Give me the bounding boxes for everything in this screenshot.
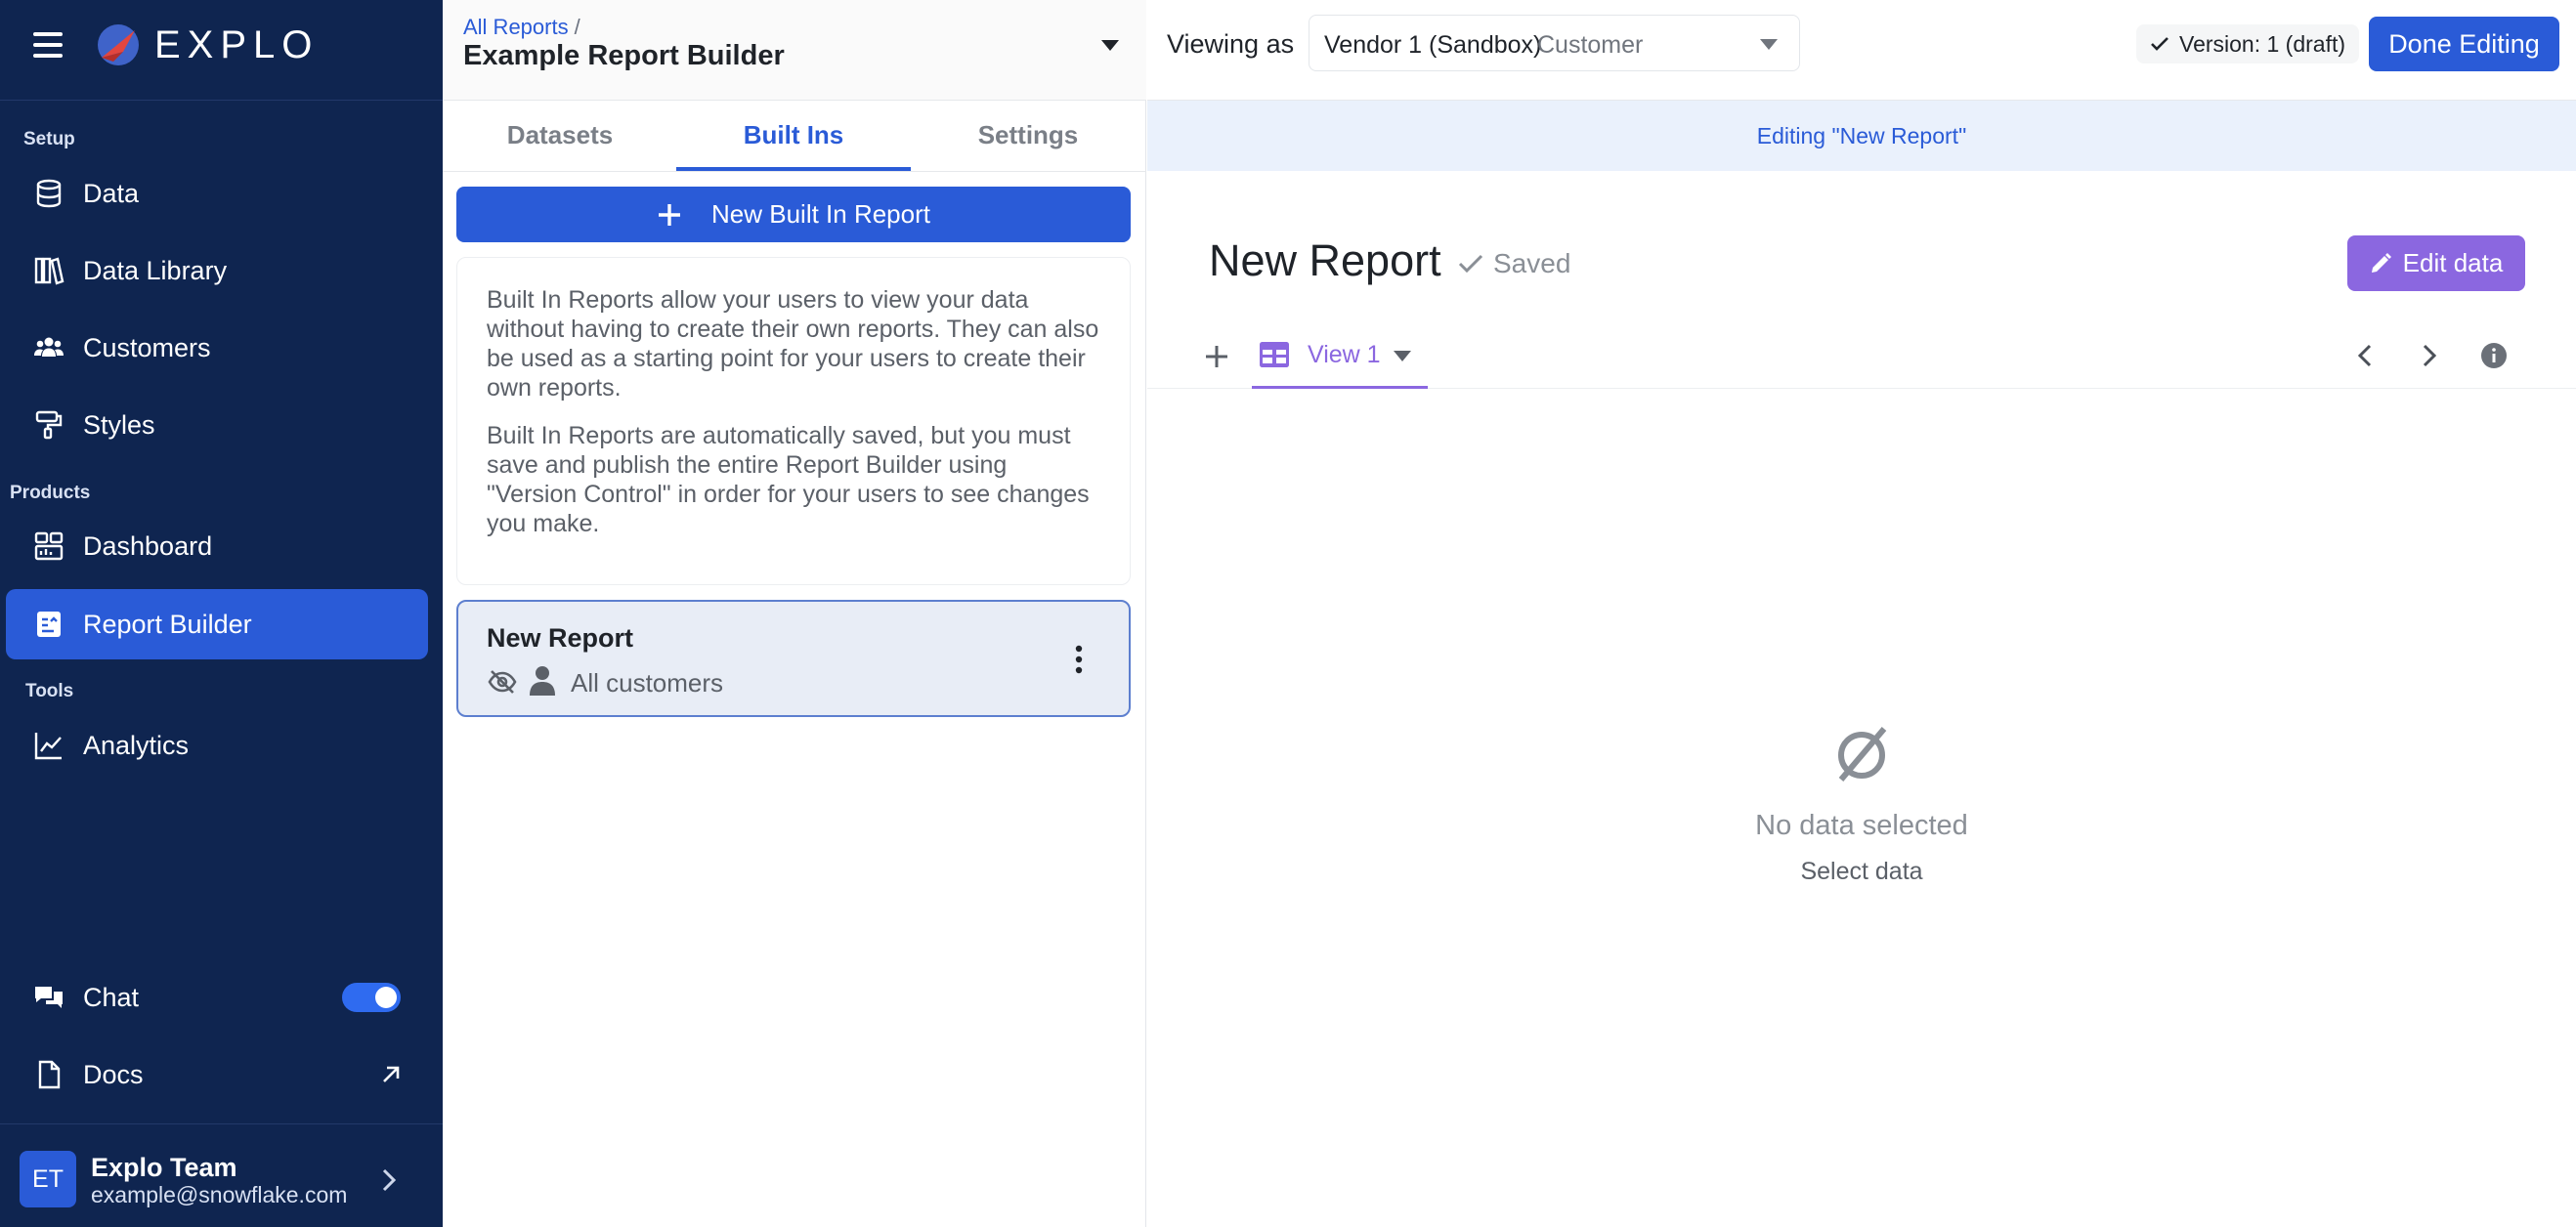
report-icon [37, 612, 61, 637]
chat-toggle[interactable] [342, 983, 401, 1012]
eye-off-icon [488, 670, 517, 694]
empty-set-icon [1838, 727, 1887, 782]
report-card-title: New Report [487, 623, 634, 653]
sidebar-header: EXPLO [0, 0, 443, 101]
view-tabs-bar: View 1 [1147, 322, 2576, 389]
sidebar-item-report-builder[interactable]: Report Builder [6, 589, 428, 659]
breadcrumb: All Reports / [463, 15, 580, 40]
new-button-label: New Built In Report [711, 199, 930, 229]
sidebar-item-customers[interactable]: Customers [6, 313, 428, 383]
explo-logo-icon [98, 24, 139, 65]
select-data-link[interactable]: Select data [1147, 858, 2576, 886]
sidebar-item-analytics[interactable]: Analytics [6, 710, 428, 781]
active-tab-indicator [676, 167, 911, 171]
customer-type: Customer [1537, 31, 1644, 59]
plus-icon [659, 203, 680, 226]
more-vertical-icon[interactable] [1074, 645, 1084, 674]
users-icon [34, 337, 64, 357]
sidebar-item-dashboard[interactable]: Dashboard [6, 511, 428, 581]
caret-down-icon[interactable] [1099, 37, 1121, 53]
check-icon [1458, 254, 1483, 274]
hamburger-menu-icon[interactable] [33, 32, 63, 58]
edit-data-button[interactable]: Edit data [2347, 235, 2525, 291]
version-label: Version: 1 (draft) [2179, 30, 2346, 57]
chevron-right-icon[interactable] [2420, 342, 2439, 369]
sidebar-item-label: Chat [83, 983, 140, 1012]
sidebar-item-label: Data [83, 179, 140, 208]
pencil-icon [2371, 252, 2391, 273]
new-built-in-report-button[interactable]: New Built In Report [456, 187, 1131, 242]
report-card-audience: All customers [571, 668, 724, 698]
view-tab-label: View 1 [1308, 341, 1381, 368]
empty-state-title: No data selected [1755, 810, 1968, 841]
sidebar-item-label: Styles [83, 410, 155, 440]
table-icon [1260, 342, 1289, 367]
customer-select[interactable]: Vendor 1 (Sandbox) Customer [1309, 15, 1800, 71]
sidebar-item-label: Analytics [83, 731, 190, 760]
section-products: Products [10, 483, 91, 503]
edit-data-label: Edit data [2402, 248, 2504, 277]
caret-down-icon [1760, 39, 1778, 50]
builder-header: All Reports / Example Report Builder [443, 0, 1146, 101]
paint-roller-icon [35, 410, 63, 440]
selected-customer: Vendor 1 (Sandbox) [1324, 31, 1542, 59]
sidebar-item-data[interactable]: Data [6, 158, 428, 229]
builder-tabs: Datasets Built Ins Settings [443, 101, 1146, 172]
caret-down-icon[interactable] [1393, 349, 1412, 362]
sidebar-item-styles[interactable]: Styles [6, 390, 428, 460]
report-title[interactable]: New Report [1209, 235, 1441, 286]
section-setup: Setup [23, 129, 75, 149]
library-icon [34, 257, 64, 285]
sidebar-item-label: Dashboard [83, 531, 213, 561]
report-builder-panel: All Reports / Example Report Builder Data… [443, 0, 1146, 1227]
avatar[interactable]: ET [20, 1151, 76, 1207]
user-name: Explo Team [91, 1153, 237, 1182]
saved-label: Saved [1493, 248, 1571, 278]
document-icon [38, 1060, 61, 1089]
chevron-left-icon[interactable] [2355, 342, 2375, 369]
sidebar: EXPLO Setup Data Data Library Customers [0, 0, 443, 1227]
toggle-knob [375, 987, 397, 1008]
tab-built-ins[interactable]: Built Ins [676, 101, 911, 172]
page-title: Example Report Builder [463, 40, 785, 71]
viewing-as-label: Viewing as [1167, 29, 1295, 59]
tab-datasets[interactable]: Datasets [443, 101, 677, 172]
info-icon[interactable] [2480, 342, 2508, 369]
sidebar-item-label: Docs [83, 1060, 144, 1089]
tab-settings[interactable]: Settings [911, 101, 1145, 172]
line-chart-icon [34, 733, 62, 760]
chat-icon [35, 987, 63, 1008]
sidebar-divider [0, 1123, 443, 1124]
breadcrumb-separator: / [574, 15, 580, 39]
external-link-icon [383, 1066, 400, 1082]
report-editor: Viewing as Vendor 1 (Sandbox) Customer V… [1147, 0, 2576, 1227]
person-icon [530, 666, 555, 696]
breadcrumb-all-reports[interactable]: All Reports [463, 15, 569, 39]
info-paragraph: Built In Reports allow your users to vie… [487, 286, 1099, 402]
top-bar: Viewing as Vendor 1 (Sandbox) Customer V… [1147, 0, 2576, 101]
sidebar-item-label: Report Builder [83, 610, 252, 639]
version-badge[interactable]: Version: 1 (draft) [2136, 24, 2360, 63]
sidebar-item-label: Data Library [83, 256, 228, 285]
saved-status: Saved [1458, 248, 1570, 279]
sidebar-item-label: Customers [83, 333, 211, 362]
check-icon [2151, 37, 2168, 51]
logo-text: EXPLO [154, 23, 320, 66]
tab-view-1[interactable]: View 1 [1252, 322, 1428, 389]
chevron-right-icon[interactable] [375, 1164, 403, 1196]
sidebar-item-docs[interactable]: Docs [6, 1039, 428, 1110]
built-in-info-card: Built In Reports allow your users to vie… [456, 257, 1131, 585]
info-paragraph: Built In Reports are automatically saved… [487, 422, 1090, 537]
built-in-report-card[interactable]: New Report All customers [456, 600, 1131, 717]
dashboard-icon [34, 531, 64, 561]
database-icon [36, 179, 62, 208]
sidebar-item-data-library[interactable]: Data Library [6, 235, 428, 306]
plus-icon[interactable] [1204, 344, 1229, 369]
done-editing-button[interactable]: Done Editing [2369, 17, 2559, 71]
user-email: example@snowflake.com [91, 1182, 348, 1207]
section-tools: Tools [25, 681, 74, 701]
editing-banner: Editing "New Report" [1147, 101, 2576, 171]
